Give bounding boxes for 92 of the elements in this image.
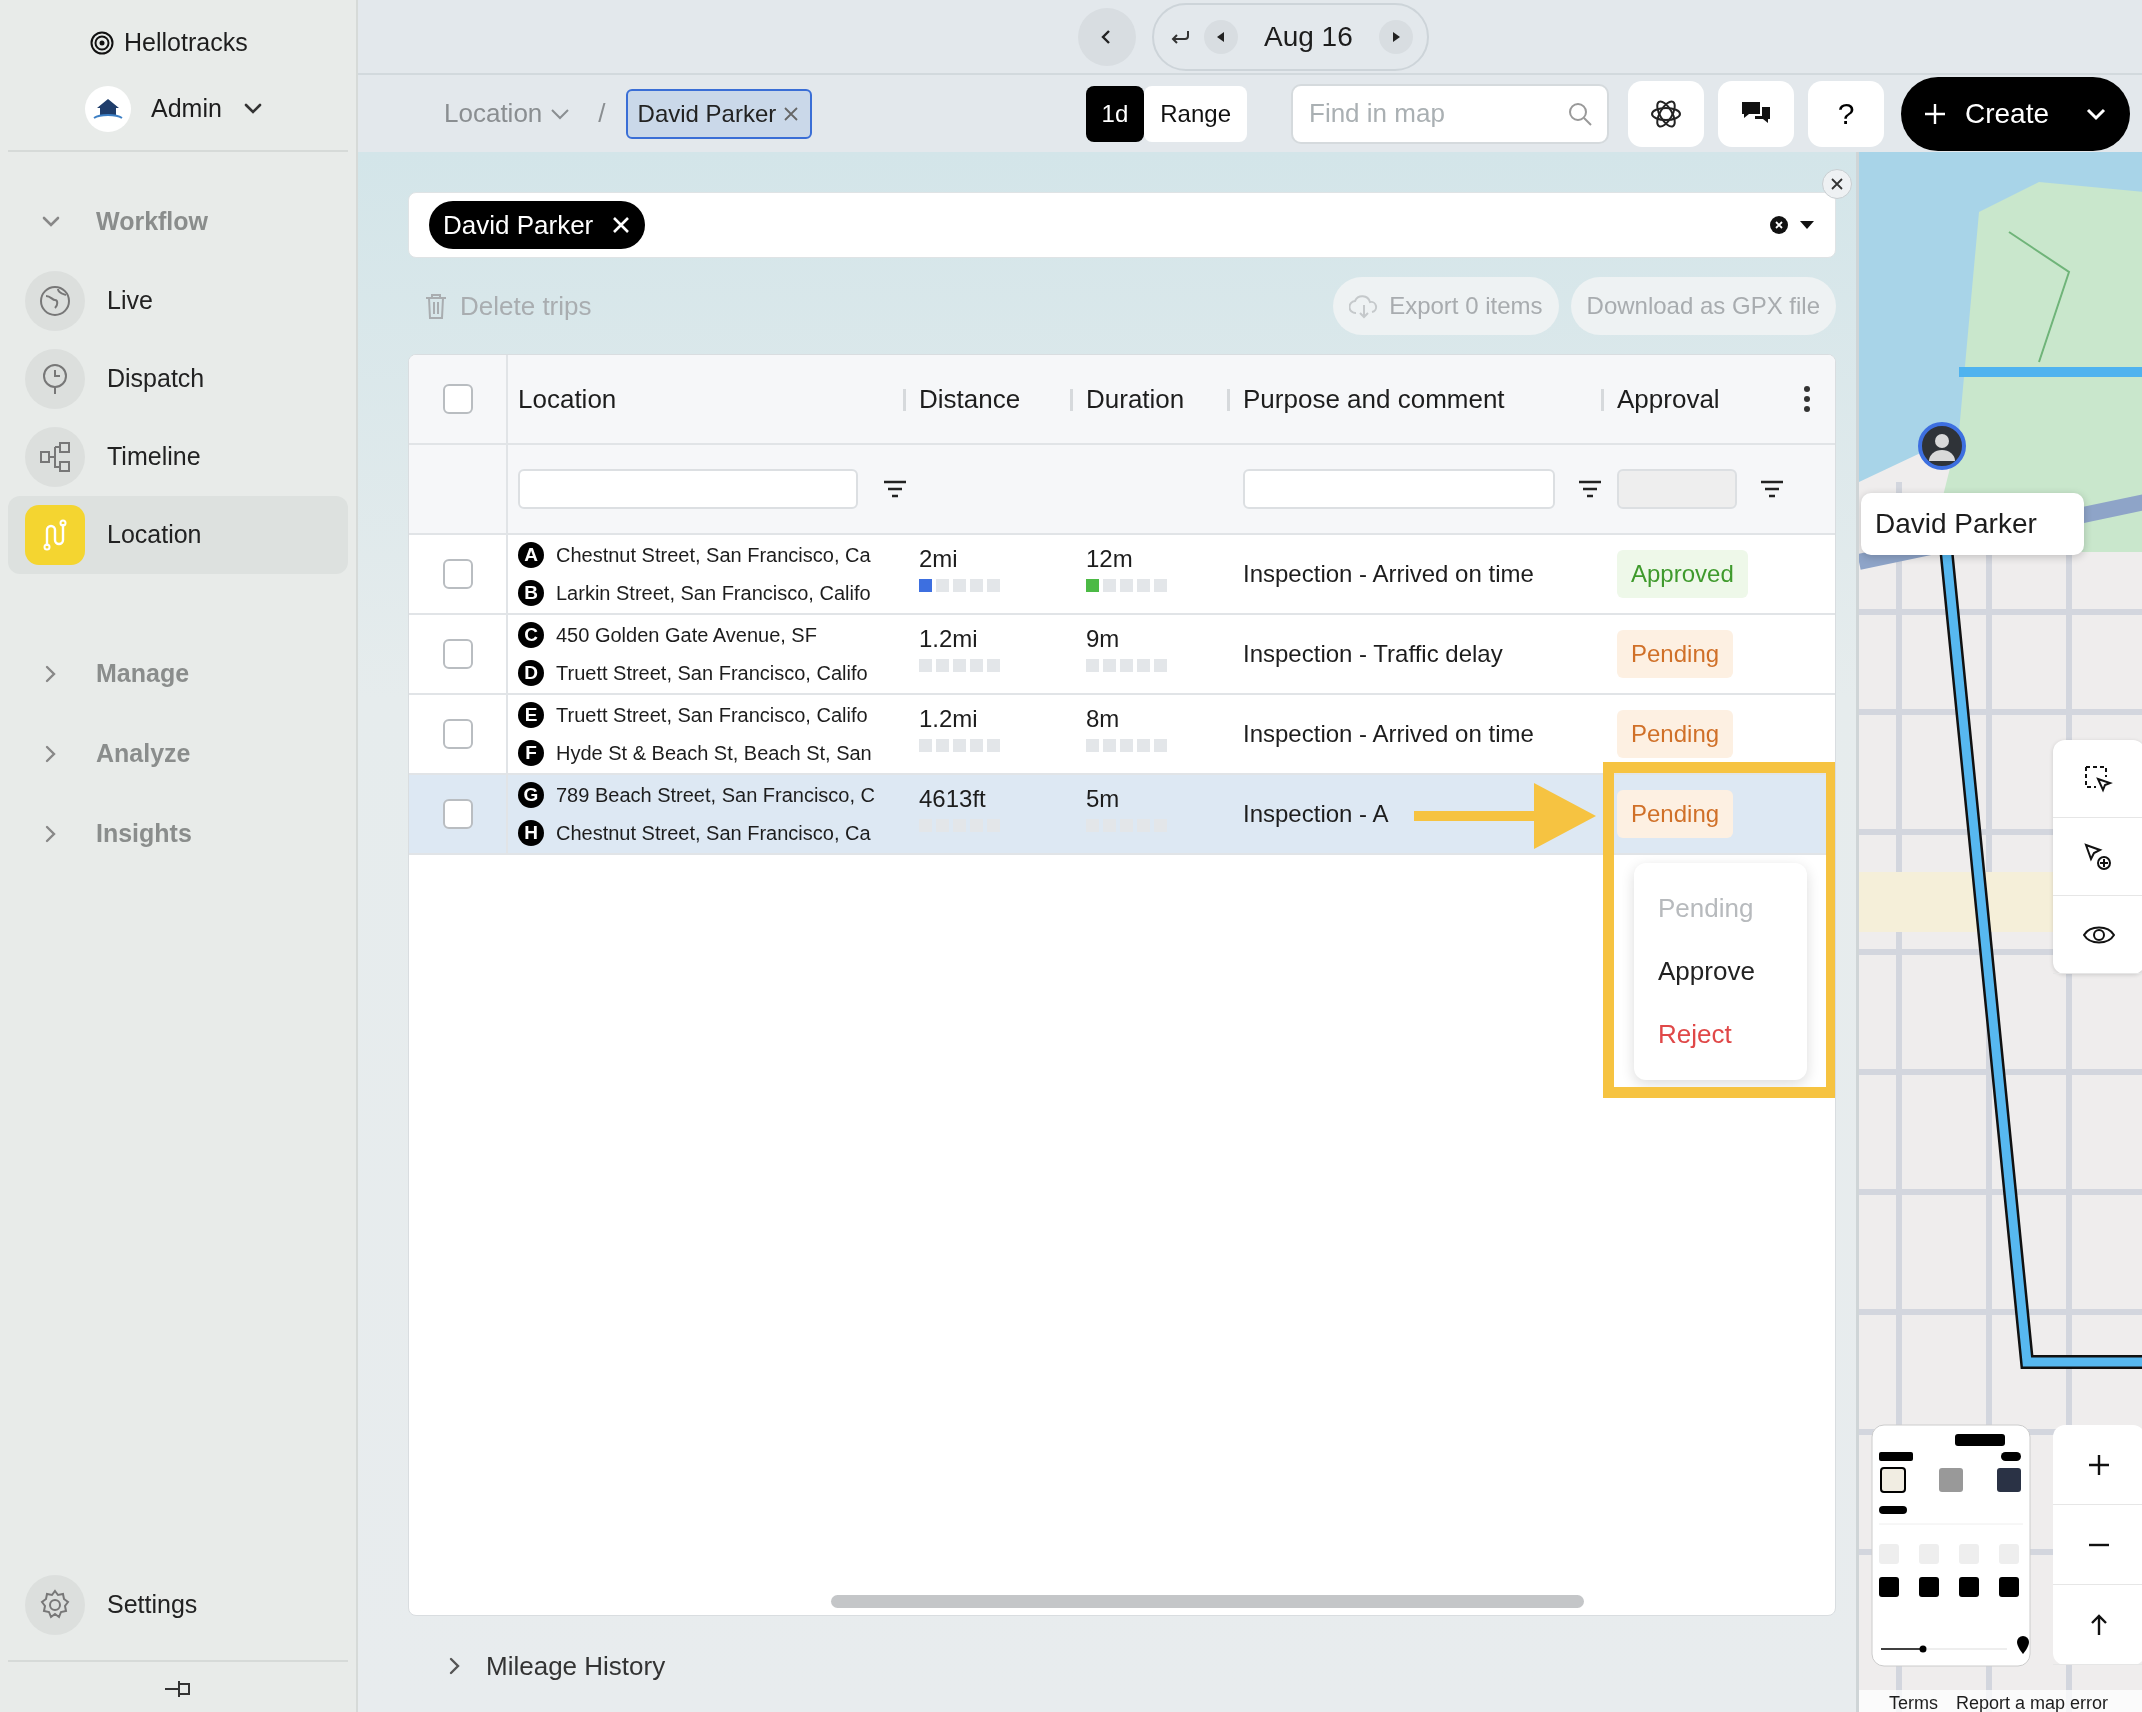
- minus-icon: [2087, 1542, 2111, 1547]
- settings-item[interactable]: Settings: [8, 1566, 348, 1644]
- stop-address: Truett Street, San Francisco, Califo: [556, 703, 868, 728]
- filter-icon[interactable]: [1577, 479, 1603, 499]
- search-icon: [1567, 100, 1593, 127]
- next-day-button[interactable]: [1378, 19, 1413, 54]
- row-checkbox[interactable]: [442, 559, 473, 589]
- chat-button[interactable]: [1718, 80, 1794, 147]
- column-header[interactable]: Purpose and comment: [1243, 379, 1505, 419]
- sidebar-item[interactable]: Dispatch: [8, 340, 348, 418]
- cloud-download-icon: [1349, 293, 1380, 319]
- stop-marker: H: [518, 820, 544, 846]
- chip-label: David Parker: [443, 208, 594, 242]
- close-button[interactable]: [1822, 169, 1852, 199]
- filter-icon[interactable]: [1759, 479, 1785, 499]
- table-cell-text: Inspection - Arrived on time: [1243, 719, 1534, 749]
- filter-icon[interactable]: [882, 479, 908, 499]
- chip-label: David Parker: [637, 98, 777, 129]
- sidebar-item[interactable]: Live: [8, 262, 348, 340]
- clear-icon[interactable]: [1769, 215, 1789, 235]
- date-label: Aug 16: [1264, 19, 1353, 54]
- table-cell-text: 4613ft: [919, 784, 987, 814]
- table-cell-text: 2mi: [919, 544, 959, 574]
- person-chip[interactable]: David Parker: [625, 88, 813, 139]
- previous-day-button[interactable]: [1204, 19, 1238, 54]
- column-header[interactable]: Location: [518, 379, 617, 419]
- more-icon[interactable]: [1803, 386, 1811, 412]
- row-checkbox[interactable]: [442, 639, 473, 669]
- filter-input[interactable]: [518, 469, 858, 509]
- close-icon: [1830, 177, 1844, 191]
- table-row[interactable]: C 450 Golden Gate Avenue, SF D Truett Street, San Francisco, Califo 1.2mi 9m Inspection - Traffic delay Pending: [409, 615, 1835, 695]
- menu-option[interactable]: Reject: [1634, 1003, 1807, 1066]
- row-checkbox[interactable]: [442, 719, 473, 749]
- table-cell-text: 12m: [1086, 544, 1134, 574]
- range-tab[interactable]: Range: [1144, 85, 1247, 142]
- filter-input[interactable]: [1243, 469, 1555, 509]
- row-checkbox[interactable]: [442, 799, 473, 829]
- trash-icon: [424, 292, 448, 320]
- account-name[interactable]: Admin: [151, 90, 222, 128]
- company-logo: [85, 86, 131, 132]
- table-cell-text: Inspection - Arrived on time: [1243, 559, 1534, 589]
- table-cell-text: 1.2mi: [919, 704, 979, 734]
- logo-icon: [90, 31, 114, 55]
- plus-icon: [2087, 1452, 2111, 1477]
- stop-address: Chestnut Street, San Francisco, Ca: [556, 543, 871, 568]
- help-button[interactable]: ?: [1808, 80, 1884, 147]
- breadcrumb-separator: /: [598, 97, 606, 130]
- select-area-icon: [2083, 763, 2115, 794]
- scrollbar[interactable]: [831, 1595, 1584, 1608]
- plus-icon: [1923, 101, 1947, 126]
- diagram-icon: [38, 440, 72, 474]
- table-row[interactable]: A Chestnut Street, San Francisco, Ca B Larkin Street, San Francisco, Califo 2mi 12m Inspection - Arrived on time Approved: [409, 535, 1835, 615]
- stop-marker: E: [518, 702, 544, 728]
- close-icon[interactable]: [611, 215, 632, 235]
- stop-marker: G: [518, 782, 544, 808]
- filter-field[interactable]: David Parker: [408, 192, 1836, 258]
- stop-address: Chestnut Street, San Francisco, Ca: [556, 821, 871, 846]
- stop-marker: A: [518, 542, 544, 568]
- stop-address: Hyde St & Beach St, Beach St, San: [556, 741, 872, 766]
- stop-marker: B: [518, 580, 544, 606]
- stop-address: 789 Beach Street, San Francisco, C: [556, 783, 876, 808]
- search-field[interactable]: Find in map: [1291, 83, 1609, 144]
- stop-address: Larkin Street, San Francisco, Califo: [556, 581, 871, 606]
- sidebar-item[interactable]: Location: [8, 496, 348, 574]
- table-cell-text: 5m: [1086, 784, 1121, 814]
- create-button[interactable]: Create: [1901, 76, 2130, 151]
- column-header[interactable]: Approval: [1617, 379, 1720, 419]
- dropdown-icon[interactable]: [1799, 219, 1815, 231]
- table-cell-text: 1.2mi: [919, 624, 979, 654]
- range-tab[interactable]: 1d: [1085, 85, 1145, 142]
- stop-marker: C: [518, 622, 544, 648]
- marker-label: David Parker: [1861, 493, 2084, 555]
- sidebar-item[interactable]: Timeline: [8, 418, 348, 496]
- stop-marker: D: [518, 660, 544, 686]
- mileage-history-toggle[interactable]: Mileage History: [438, 1645, 672, 1687]
- brand-name: Hellotracks: [124, 27, 248, 59]
- attribution-link[interactable]: Terms: [1889, 1689, 1938, 1712]
- menu-option[interactable]: Approve: [1634, 940, 1807, 1003]
- assistant-button[interactable]: [1628, 80, 1704, 147]
- stop-address: 450 Golden Gate Avenue, SF: [556, 623, 817, 648]
- table-cell-text: 9m: [1086, 624, 1121, 654]
- attribution-link[interactable]: Report a map error: [1956, 1689, 2109, 1712]
- filter-input[interactable]: [1617, 469, 1737, 509]
- column-header[interactable]: Duration: [1086, 379, 1185, 419]
- stop-marker: F: [518, 740, 544, 766]
- filter-chip[interactable]: David Parker: [429, 201, 646, 249]
- column-header[interactable]: Distance: [919, 379, 1021, 419]
- select-all-checkbox[interactable]: [442, 384, 473, 414]
- stop-address: Truett Street, San Francisco, Califo: [556, 661, 868, 686]
- table-cell-text: 8m: [1086, 704, 1121, 734]
- table-cell-text: Inspection - Traffic delay: [1243, 639, 1503, 669]
- table-cell-text: Inspection - A: [1243, 799, 1389, 829]
